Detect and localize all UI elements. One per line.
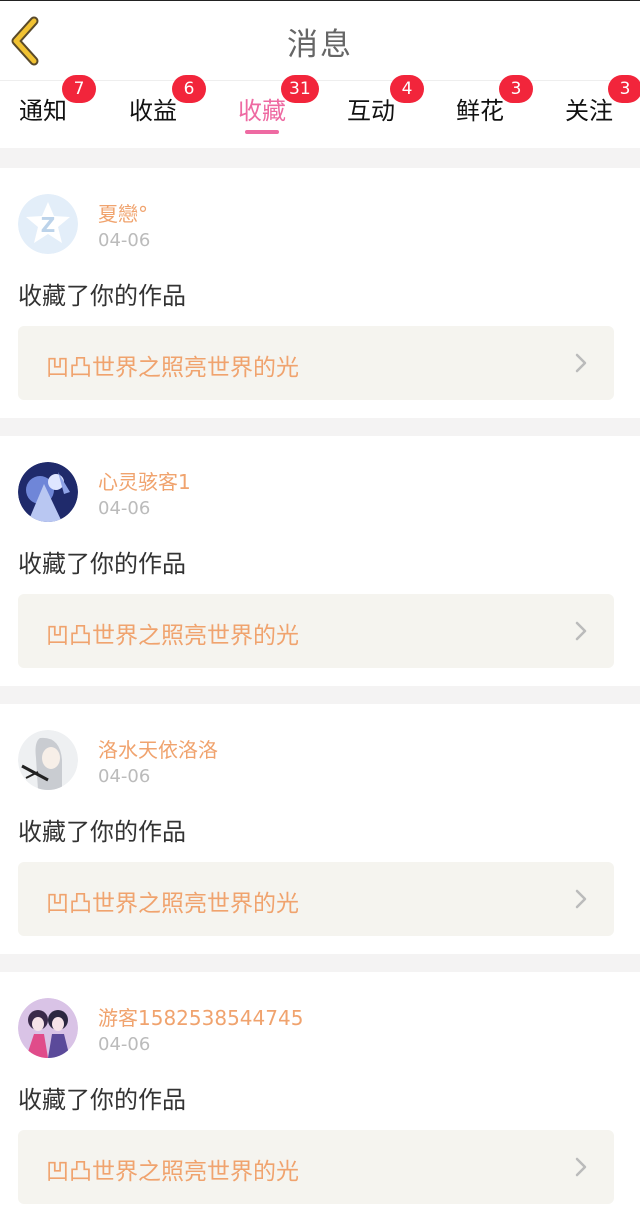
tab-bar: 通知 7 收益 6 收藏 31 互动 4 鲜花 3 关注 3 (0, 75, 640, 149)
anime-avatar-gray-icon[interactable] (18, 730, 78, 790)
tab-badge: 6 (172, 75, 206, 103)
work-title: 凹凸世界之照亮世界的光 (46, 623, 299, 649)
tab-notifications[interactable]: 通知 7 (0, 75, 98, 149)
active-tab-indicator (245, 130, 279, 134)
action-text: 收藏了你的作品 (18, 818, 186, 846)
username[interactable]: 游客1582538544745 (98, 1002, 303, 1031)
list-item: Z 夏戀° 04-06 收藏了你的作品 凹凸世界之照亮世界的光 (0, 168, 640, 418)
work-title: 凹凸世界之照亮世界的光 (46, 1159, 299, 1185)
list-item: 游客1582538544745 04-06 收藏了你的作品 凹凸世界之照亮世界的… (0, 972, 640, 1206)
page-title: 消息 (287, 27, 353, 63)
timestamp: 04-06 (98, 1034, 151, 1055)
action-text: 收藏了你的作品 (18, 282, 186, 310)
work-link[interactable]: 凹凸世界之照亮世界的光 (18, 594, 614, 668)
timestamp: 04-06 (98, 498, 151, 519)
work-link[interactable]: 凹凸世界之照亮世界的光 (18, 1130, 614, 1204)
svg-text:Z: Z (41, 213, 56, 237)
tab-badge: 3 (499, 75, 533, 103)
list-item: 洛水天依洛洛 04-06 收藏了你的作品 凹凸世界之照亮世界的光 (0, 704, 640, 954)
work-title: 凹凸世界之照亮世界的光 (46, 891, 299, 917)
tab-flowers[interactable]: 鲜花 3 (425, 75, 535, 149)
tab-badge: 3 (608, 75, 640, 103)
work-link[interactable]: 凹凸世界之照亮世界的光 (18, 862, 614, 936)
list-item: 心灵骇客1 04-06 收藏了你的作品 凹凸世界之照亮世界的光 (0, 436, 640, 686)
work-title: 凹凸世界之照亮世界的光 (46, 355, 299, 381)
username[interactable]: 洛水天依洛洛 (98, 734, 218, 763)
anime-avatar-blue-icon[interactable] (18, 462, 78, 522)
tab-badge: 4 (390, 75, 424, 103)
timestamp: 04-06 (98, 766, 151, 787)
chevron-right-icon (575, 621, 587, 641)
qq-logo-avatar-icon[interactable]: Z (18, 194, 78, 254)
tab-following[interactable]: 关注 3 (534, 75, 640, 149)
tab-interactions[interactable]: 互动 4 (316, 75, 426, 149)
timestamp: 04-06 (98, 230, 151, 251)
work-link[interactable]: 凹凸世界之照亮世界的光 (18, 326, 614, 400)
tab-favorites[interactable]: 收藏 31 (207, 75, 319, 149)
chevron-right-icon (575, 353, 587, 373)
chevron-right-icon (575, 889, 587, 909)
username[interactable]: 夏戀° (98, 198, 148, 227)
anime-avatar-purple-icon[interactable] (18, 998, 78, 1058)
username[interactable]: 心灵骇客1 (98, 466, 191, 495)
action-text: 收藏了你的作品 (18, 550, 186, 578)
tab-badge: 31 (281, 75, 319, 103)
tab-badge: 7 (62, 75, 96, 103)
chevron-right-icon (575, 1157, 587, 1177)
tab-earnings[interactable]: 收益 6 (98, 75, 208, 149)
action-text: 收藏了你的作品 (18, 1086, 186, 1114)
top-bar: 消息 (0, 0, 640, 80)
